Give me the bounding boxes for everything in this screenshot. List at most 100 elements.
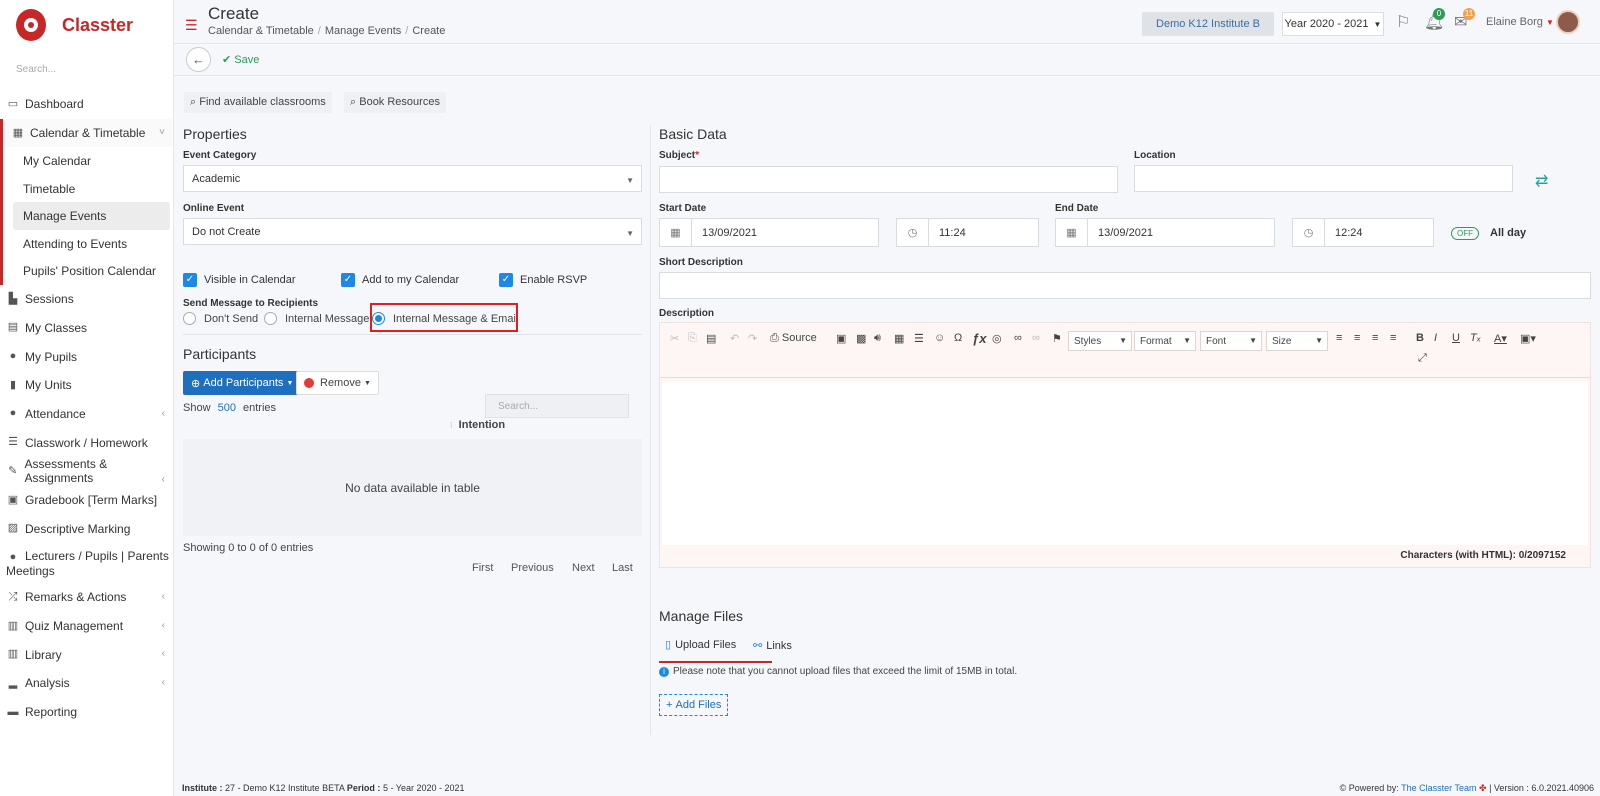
end-date-picker[interactable]: ▦ 13/09/2021	[1055, 218, 1275, 247]
sidebar-item-quiz-management[interactable]: ▥ Quiz Management ‹	[0, 612, 173, 641]
paste-icon[interactable]: ▤	[706, 332, 716, 345]
end-time-picker[interactable]: ◷ 12:24	[1292, 218, 1434, 247]
background-color-icon[interactable]: ▣▾	[1520, 332, 1536, 345]
user-menu[interactable]: Elaine Borg ▼	[1486, 16, 1554, 28]
pager-previous[interactable]: Previous	[511, 562, 554, 574]
institute-button[interactable]: Demo K12 Institute B	[1142, 12, 1274, 36]
audio-icon[interactable]: 🔊︎	[874, 332, 881, 345]
maximize-icon[interactable]: ⤢	[1418, 352, 1427, 365]
font-dropdown[interactable]: Font ▼	[1200, 331, 1262, 351]
sidebar-item-reporting[interactable]: ▬ Reporting	[0, 698, 173, 727]
tab-links[interactable]: ⚯ Links	[753, 639, 792, 653]
add-to-calendar-checkbox[interactable]: ✓ Add to my Calendar	[341, 273, 459, 287]
hamburger-menu-icon[interactable]: ☰	[185, 17, 198, 34]
sidebar-item-my-units[interactable]: ▮ My Units	[0, 371, 173, 400]
text-color-icon[interactable]: A▾	[1494, 332, 1507, 345]
start-time-picker[interactable]: ◷ 11:24	[896, 218, 1039, 247]
sidebar-item-analysis[interactable]: ▂ Analysis ‹	[0, 669, 173, 698]
classter-team-link[interactable]: The Classter Team	[1401, 783, 1476, 793]
mail-icon[interactable]: ✉ 11	[1454, 8, 1475, 32]
avatar[interactable]	[1556, 10, 1580, 34]
undo-icon[interactable]: ↶	[730, 332, 739, 345]
sidebar-item-remarks-actions[interactable]: ⤮ Remarks & Actions ‹	[0, 583, 173, 612]
sidebar-item-assessments[interactable]: ✎ Assessments & Assignments ‹	[0, 457, 173, 486]
table-icon[interactable]: ▦	[894, 332, 904, 345]
sidebar-item-my-classes[interactable]: ▤ My Classes	[0, 314, 173, 343]
book-resources-button[interactable]: ⌕ Book Resources	[344, 92, 446, 113]
image-icon[interactable]: ▣	[836, 332, 846, 345]
italic-icon[interactable]: I	[1434, 332, 1437, 344]
remove-button[interactable]: Remove ▼	[296, 371, 379, 395]
sidebar-subitem-manage-events[interactable]: Manage Events	[13, 202, 170, 230]
sidebar-item-meetings[interactable]: ● Lecturers / Pupils | Parents Meetings	[0, 543, 173, 583]
swap-icon[interactable]: ⇄	[1535, 171, 1548, 191]
align-justify-icon[interactable]: ≡	[1390, 332, 1396, 344]
cut-icon[interactable]: ✂	[670, 332, 679, 345]
pager-next[interactable]: Next	[572, 562, 595, 574]
formula-icon[interactable]: ƒx	[972, 331, 986, 346]
flag-icon[interactable]: ⚐	[1396, 12, 1410, 32]
picture-icon[interactable]: ▩	[856, 332, 866, 345]
add-participants-button[interactable]: ⊕ Add Participants ▼	[183, 371, 302, 395]
format-dropdown[interactable]: Format ▼	[1134, 331, 1196, 351]
start-date-picker[interactable]: ▦ 13/09/2021	[659, 218, 879, 247]
back-button[interactable]: ←	[186, 47, 211, 72]
smiley-icon[interactable]: ☺	[934, 332, 945, 344]
subject-input[interactable]	[659, 166, 1118, 193]
location-input[interactable]	[1134, 165, 1513, 192]
radio-internal-message[interactable]: Internal Message	[264, 312, 369, 325]
styles-dropdown[interactable]: Styles ▼	[1068, 331, 1132, 351]
enable-rsvp-checkbox[interactable]: ✓ Enable RSVP	[499, 273, 587, 287]
pager-first[interactable]: First	[472, 562, 493, 574]
copy-icon[interactable]: ⎘	[688, 332, 697, 345]
logo[interactable]: Classter	[0, 0, 173, 50]
align-left-icon[interactable]: ≡	[1336, 332, 1342, 344]
sidebar-item-library[interactable]: ▥ Library ‹	[0, 640, 173, 669]
table-search-input[interactable]: Search...	[485, 394, 629, 418]
breadcrumb-item[interactable]: Manage Events	[325, 25, 401, 37]
unlink-icon[interactable]: ∞	[1032, 332, 1040, 344]
sidebar-subitem-pupils-position-calendar[interactable]: Pupils' Position Calendar	[3, 257, 173, 285]
bell-icon[interactable]: 🔔︎ 0	[1424, 8, 1445, 32]
short-description-input[interactable]	[659, 272, 1591, 299]
sidebar-item-sessions[interactable]: ▙ Sessions	[0, 285, 173, 314]
add-files-button[interactable]: + Add Files	[659, 694, 729, 716]
special-char-icon[interactable]: Ω	[954, 332, 962, 344]
sidebar-item-descriptive-marking[interactable]: ▨ Descriptive Marking	[0, 514, 173, 543]
all-day-toggle[interactable]: OFF	[1451, 227, 1479, 240]
sidebar-item-dashboard[interactable]: ▭ Dashboard	[0, 90, 173, 119]
underline-icon[interactable]: U	[1452, 332, 1460, 344]
visible-in-calendar-checkbox[interactable]: ✓ Visible in Calendar	[183, 273, 296, 287]
radio-dont-send[interactable]: Don't Send	[183, 312, 258, 325]
remove-format-icon[interactable]: Tₓ	[1470, 332, 1481, 344]
editor-content-area[interactable]	[662, 381, 1588, 545]
pager-last[interactable]: Last	[612, 562, 633, 574]
entries-count-select[interactable]: 500	[218, 402, 236, 414]
sidebar-subitem-attending-events[interactable]: Attending to Events	[3, 230, 173, 258]
link-icon[interactable]: ∞	[1014, 332, 1022, 344]
bold-icon[interactable]: B	[1416, 332, 1424, 344]
save-button[interactable]: ✔ Save	[222, 53, 259, 66]
anchor-flag-icon[interactable]: ⚑	[1052, 332, 1062, 345]
tab-upload-files[interactable]: ▯ Upload Files	[665, 638, 736, 652]
redo-icon[interactable]: ↷	[748, 332, 757, 345]
online-event-select[interactable]: Do not Create ▼	[183, 218, 642, 245]
sidebar-item-classwork-homework[interactable]: ☰ Classwork / Homework	[0, 428, 173, 457]
align-center-icon[interactable]: ≡	[1354, 332, 1360, 344]
breadcrumb-item[interactable]: Calendar & Timetable	[208, 25, 314, 37]
column-header-intention[interactable]: ⁞ Intention	[450, 419, 505, 431]
sidebar-subitem-timetable[interactable]: Timetable	[3, 175, 173, 203]
event-category-select[interactable]: Academic ▼	[183, 165, 642, 192]
find-classrooms-button[interactable]: ⌕ Find available classrooms	[184, 92, 332, 113]
horizontal-rule-icon[interactable]: ☰	[914, 332, 924, 345]
sidebar-subitem-my-calendar[interactable]: My Calendar	[3, 147, 173, 175]
globe-icon[interactable]: ◎	[992, 332, 1002, 345]
year-selector[interactable]: Year 2020 - 2021 ▼	[1282, 12, 1384, 36]
source-button[interactable]: ⎙ Source	[770, 332, 817, 345]
align-right-icon[interactable]: ≡	[1372, 332, 1378, 344]
sidebar-item-my-pupils[interactable]: ● My Pupils	[0, 342, 173, 371]
sidebar-item-attendance[interactable]: ● Attendance ‹	[0, 400, 173, 429]
sidebar-search-input[interactable]: Search...	[0, 50, 173, 90]
size-dropdown[interactable]: Size ▼	[1266, 331, 1328, 351]
sidebar-item-calendar-timetable[interactable]: ▦ Calendar & Timetable ˅	[0, 118, 173, 148]
